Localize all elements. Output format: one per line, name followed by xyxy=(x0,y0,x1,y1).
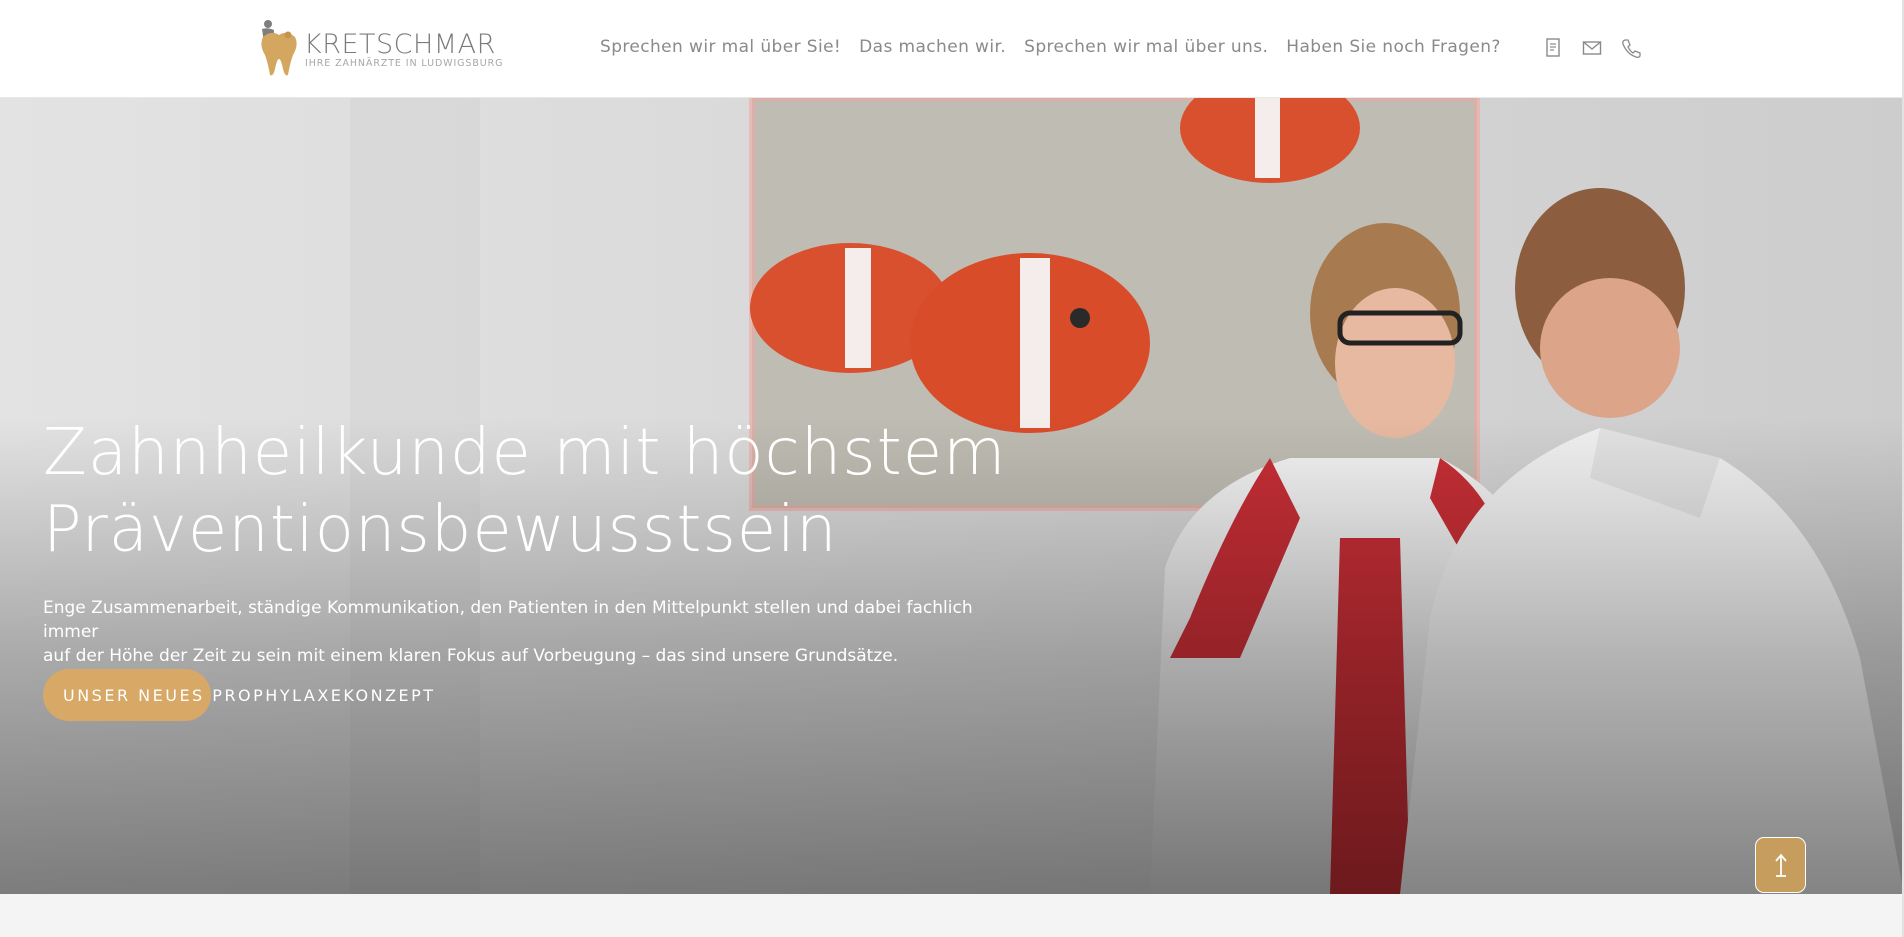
hero-description: Enge Zusammenarbeit, ständige Kommunikat… xyxy=(43,596,978,668)
document-icon[interactable] xyxy=(1543,37,1563,59)
hero-description-line-2: auf der Höhe der Zeit zu sein mit einem … xyxy=(43,646,899,666)
hero-title: Zahnheilkunde mit höchstem Präventionsbe… xyxy=(43,415,1023,569)
site-header: KRETSCHMAR IHRE ZAHNÄRZTE IN LUDWIGSBURG… xyxy=(0,0,1904,98)
brand-name: KRETSCHMAR xyxy=(304,29,496,60)
mail-icon[interactable] xyxy=(1582,37,1602,59)
arrow-up-icon xyxy=(1774,853,1787,877)
hero-description-line-1: Enge Zusammenarbeit, ständige Kommunikat… xyxy=(43,598,973,642)
next-section-strip xyxy=(0,894,1904,937)
nav-item-ueber-uns[interactable]: Sprechen wir mal über uns. xyxy=(1024,37,1268,57)
main-nav: Sprechen wir mal über Sie! Das machen wi… xyxy=(600,37,1501,57)
tooth-logo-icon xyxy=(261,20,297,76)
phone-icon[interactable] xyxy=(1621,37,1641,59)
prophylaxe-cta-button[interactable] xyxy=(43,669,211,721)
hero-title-line-2: Präventionsbewusstsein xyxy=(43,493,838,567)
scroll-to-top-button[interactable] xyxy=(1755,837,1806,893)
brand-tagline: IHRE ZAHNÄRZTE IN LUDWIGSBURG xyxy=(305,58,504,69)
hero-title-line-1: Zahnheilkunde mit höchstem xyxy=(43,416,1007,490)
nav-item-ueber-sie[interactable]: Sprechen wir mal über Sie! xyxy=(600,37,841,57)
nav-item-leistungen[interactable]: Das machen wir. xyxy=(859,37,1006,57)
nav-item-fragen[interactable]: Haben Sie noch Fragen? xyxy=(1286,37,1501,57)
header-contact-icons xyxy=(1543,37,1641,59)
